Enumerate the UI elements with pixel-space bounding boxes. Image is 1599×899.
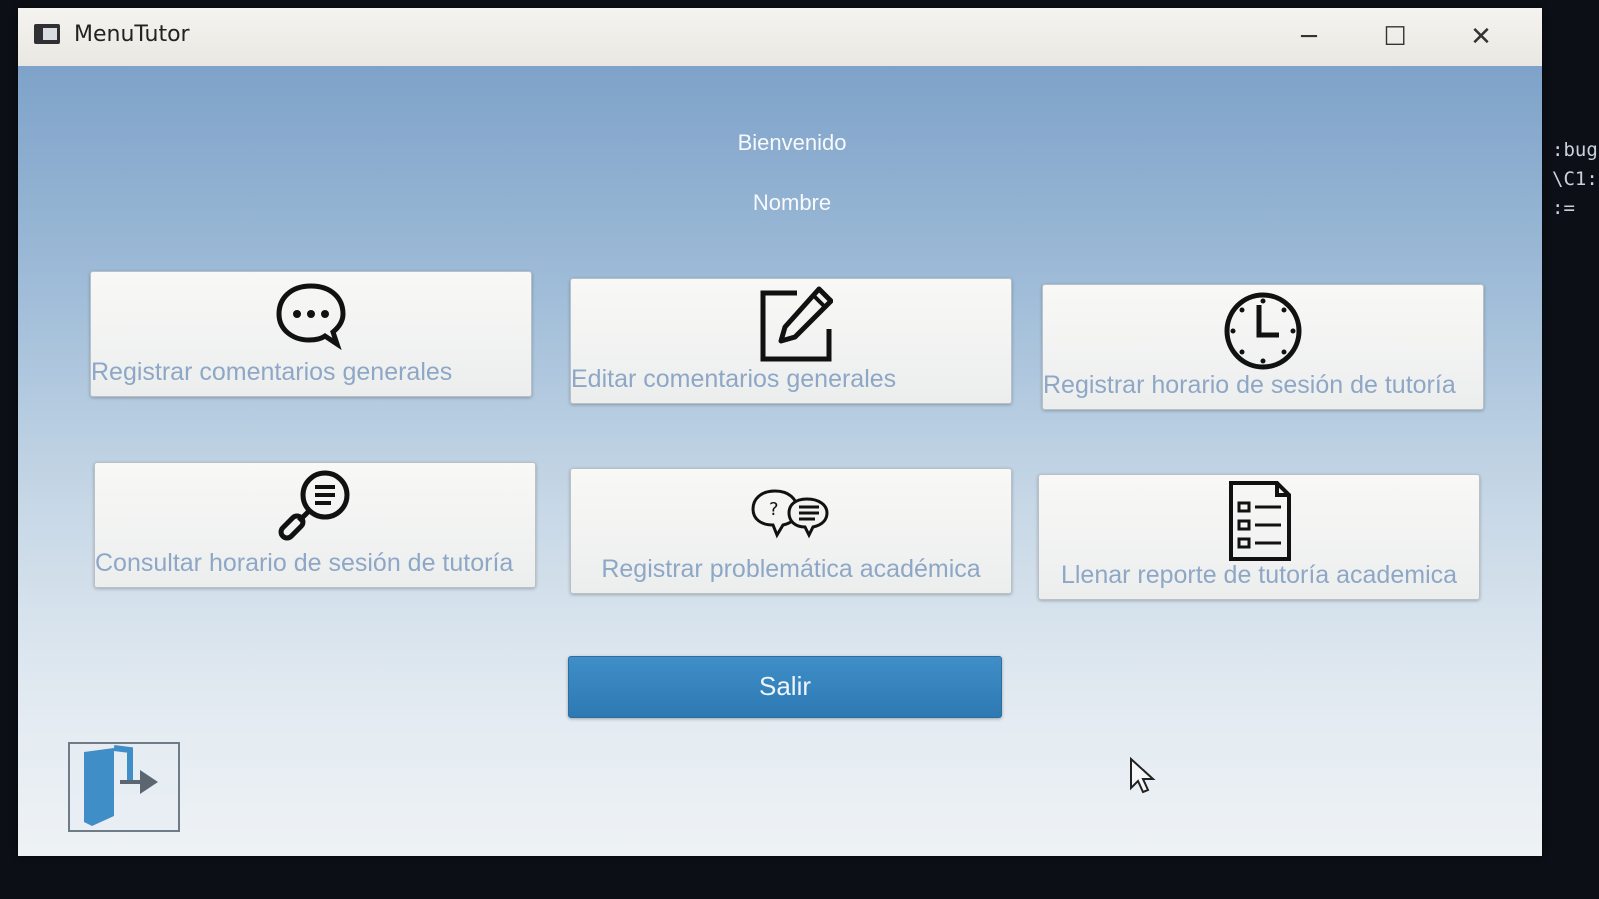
menu-item-label: Registrar problemática académica <box>601 555 981 583</box>
minimize-button[interactable]: ─ <box>1274 16 1344 58</box>
checklist-report-icon <box>1229 481 1291 561</box>
logout-door-icon <box>84 745 158 826</box>
search-document-icon <box>278 470 350 541</box>
exit-button[interactable]: Salir <box>568 656 1002 718</box>
question-chat-icon: ? <box>751 489 829 539</box>
welcome-label: Bienvenido <box>737 130 847 155</box>
user-name-label: Nombre <box>752 190 832 215</box>
window-title: MenuTutor <box>74 22 190 47</box>
edit-general-comments-button[interactable]: Editar comentarios generales <box>570 278 1012 404</box>
maximize-button[interactable]: ☐ <box>1360 16 1430 58</box>
menu-item-label: Editar comentarios generales <box>571 365 897 393</box>
close-button[interactable]: ✕ <box>1446 16 1516 58</box>
title-bar: MenuTutor ─ ☐ ✕ <box>18 8 1542 66</box>
consult-tutoring-schedule-button[interactable]: Consultar horario de sesión de tutoría <box>94 462 536 588</box>
register-tutoring-schedule-button[interactable]: Registrar horario de sesión de tutoría <box>1042 284 1484 410</box>
mouse-cursor-icon <box>1130 756 1156 794</box>
menu-item-label: Registrar horario de sesión de tutoría <box>1043 371 1456 399</box>
menu-tutor-window: MenuTutor ─ ☐ ✕ Bienvenido Nombre Regist… <box>18 8 1542 856</box>
menu-item-label: Registrar comentarios generales <box>91 358 453 386</box>
menu-item-label: Consultar horario de sesión de tutoría <box>95 549 514 577</box>
register-general-comments-button[interactable]: Registrar comentarios generales <box>90 271 532 397</box>
speech-bubble-icon <box>276 283 346 351</box>
register-academic-problem-button[interactable]: ? Registrar problemática académica <box>570 468 1012 594</box>
menu-item-label: Llenar reporte de tutoría academica <box>1060 561 1458 589</box>
main-content: Bienvenido Nombre Registrar comentarios … <box>18 66 1542 856</box>
logout-button[interactable] <box>68 742 180 832</box>
edit-pencil-icon <box>760 286 833 362</box>
fill-tutoring-report-button[interactable]: Llenar reporte de tutoría academica <box>1038 474 1480 600</box>
svg-text:?: ? <box>769 499 779 520</box>
clock-icon <box>1224 292 1302 370</box>
app-window-icon <box>34 24 60 44</box>
